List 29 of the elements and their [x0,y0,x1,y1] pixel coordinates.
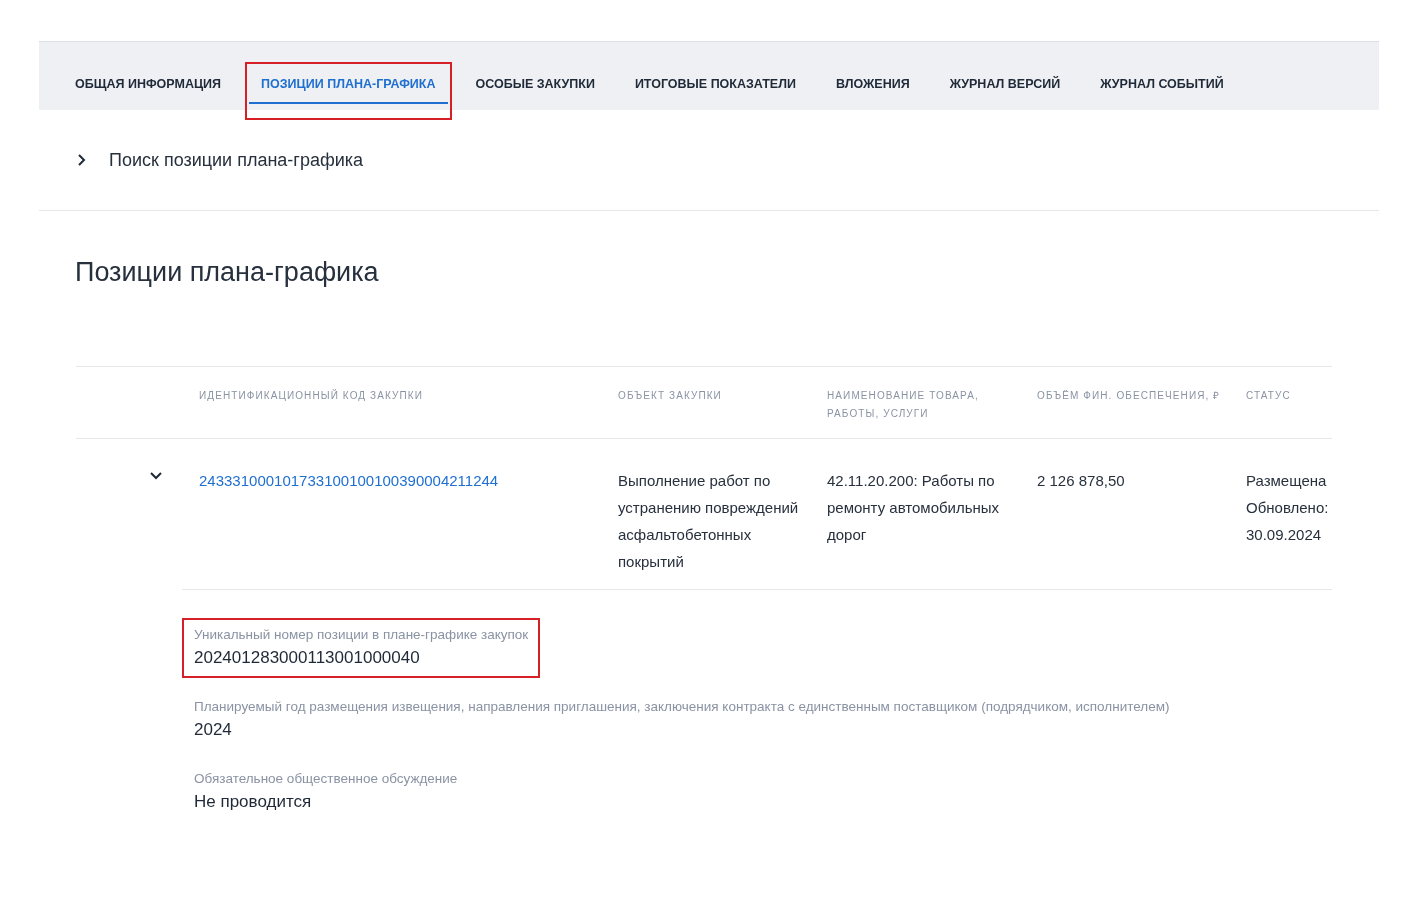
search-toggle[interactable]: Поиск позиции плана-графика [109,149,364,171]
field-label: Уникальный номер позиции в плане-графике закупок [194,626,529,644]
tab[interactable]: ЖУРНАЛ ВЕРСИЙ [937,64,1073,104]
field-value: 202401283000113001000040 [194,647,421,669]
page-heading: Позиции плана-графика [75,257,380,288]
tab[interactable]: ОСОБЫЕ ЗАКУПКИ [463,64,607,104]
table-cell-text: Выполнение работ по устранению повреждений асфальтобетонных покрытий [618,471,800,572]
field-value: 2024 [194,719,233,741]
chevron-icon[interactable] [149,471,163,481]
status-text: 30.09.2024 [1246,525,1323,545]
column-header: ОБЪЁМ ФИН. ОБЕСПЕЧЕНИЯ, ₽ [1037,389,1222,403]
table-cell-text: 42.11.20.200: Работы по ремонту автомобильных дорог [827,471,1001,545]
status-text: Обновлено: [1246,498,1330,518]
procurement-code-link[interactable]: 243331000101733100100100390004211244 [199,472,499,489]
table-cell-text: 2 126 878,50 [1037,471,1126,491]
tab[interactable]: ПОЗИЦИИ ПЛАНА-ГРАФИКА [249,64,448,104]
column-header: НАИМЕНОВАНИЕ ТОВАРА, РАБОТЫ, УСЛУГИ [827,389,980,421]
tab[interactable]: ИТОГОВЫЕ ПОКАЗАТЕЛИ [622,64,808,104]
tab[interactable]: ЖУРНАЛ СОБЫТИЙ [1088,64,1236,104]
column-header: ОБЪЕКТ ЗАКУПКИ [618,389,723,403]
field-label: Обязательное общественное обсуждение [194,770,458,788]
status-text: Размещена [1246,471,1328,491]
field-value: Не проводится [194,791,313,813]
chevron-icon[interactable] [77,153,87,167]
field-label: Планируемый год размещения извещения, направления приглашения, заключения контракта с единственным поставщиком (подрядчиком, исполнителем) [194,698,1170,716]
tab[interactable]: ОБЩАЯ ИНФОРМАЦИЯ [63,64,234,104]
column-header: ИДЕНТИФИКАЦИОННЫЙ КОД ЗАКУПКИ [199,388,424,403]
column-header: СТАТУС [1246,389,1292,403]
tab[interactable]: ВЛОЖЕНИЯ [823,64,922,104]
